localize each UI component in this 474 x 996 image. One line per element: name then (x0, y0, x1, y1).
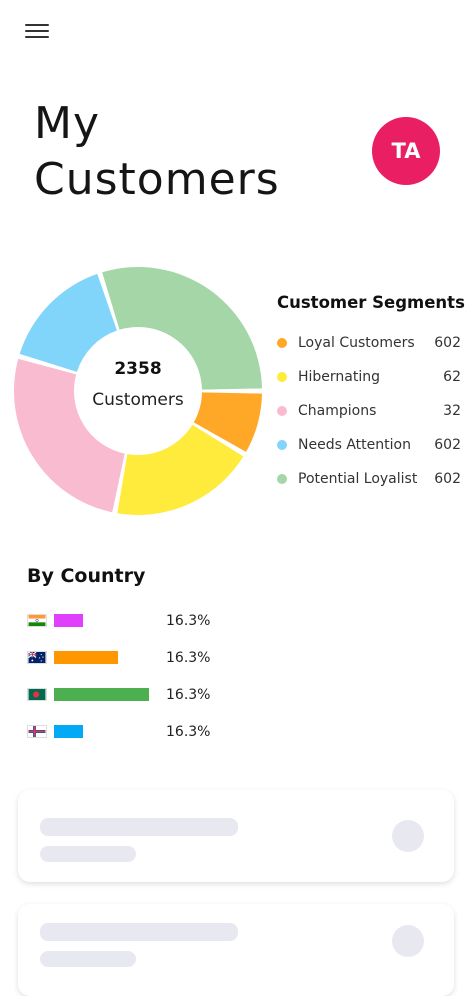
country-percent: 16.3% (166, 724, 211, 740)
legend-label: Hibernating (298, 369, 381, 385)
country-percent: 16.3% (166, 613, 211, 629)
legend-dot (277, 440, 287, 450)
segments-title: Customer Segments (277, 293, 465, 312)
country-row[interactable]: 16.3% (27, 611, 287, 631)
legend-label: Potential Loyalist (298, 471, 418, 487)
legend-count: 602 (434, 437, 461, 453)
legend-item[interactable]: Champions 32 (277, 399, 461, 433)
legend-dot (277, 372, 287, 382)
country-bar (54, 725, 84, 738)
legend-count: 602 (434, 471, 461, 487)
hamburger-menu-icon[interactable] (25, 22, 49, 40)
country-bar (54, 688, 149, 701)
legend-dot (277, 406, 287, 416)
skeleton-avatar (392, 820, 424, 852)
legend-item[interactable]: Loyal Customers 602 (277, 331, 461, 365)
legend-item[interactable]: Hibernating 62 (277, 365, 461, 399)
country-row[interactable]: 16.3% (27, 648, 287, 668)
india-flag-icon (27, 614, 47, 627)
avatar-initials: TA (391, 139, 421, 163)
legend-dot (277, 338, 287, 348)
legend-label: Needs Attention (298, 437, 411, 453)
skeleton-line (40, 818, 238, 836)
legend-count: 602 (434, 335, 461, 351)
page-title-line-1: My (34, 98, 101, 149)
skeleton-line (40, 951, 136, 967)
legend-item[interactable]: Needs Attention 602 (277, 433, 461, 467)
customer-card-placeholder[interactable] (18, 904, 454, 996)
country-section-title: By Country (27, 565, 146, 587)
skeleton-avatar (392, 925, 424, 957)
legend-item[interactable]: Potential Loyalist 602 (277, 467, 461, 501)
legend-label: Champions (298, 403, 377, 419)
country-row[interactable]: 16.3% (27, 722, 287, 742)
legend-count: 32 (443, 403, 461, 419)
page-title-line-2: Customers (34, 154, 280, 205)
segments-legend: Loyal Customers 602 Hibernating 62 Champio… (277, 331, 461, 501)
donut-caption: Customers (92, 390, 184, 410)
country-row[interactable]: 16.3% (27, 685, 287, 705)
faroe-islands-flag-icon (27, 725, 47, 738)
bangladesh-flag-icon (27, 688, 47, 701)
donut-center: 2358 Customers (63, 358, 213, 411)
avatar[interactable]: TA (372, 117, 440, 185)
page-title: My Customers (34, 96, 280, 208)
donut-total: 2358 (114, 359, 162, 379)
country-percent: 16.3% (166, 650, 211, 666)
customer-card-placeholder[interactable] (18, 790, 454, 882)
country-bar (54, 614, 84, 627)
country-percent: 16.3% (166, 687, 211, 703)
australia-flag-icon (27, 651, 47, 664)
legend-label: Loyal Customers (298, 335, 415, 351)
legend-count: 62 (443, 369, 461, 385)
skeleton-line (40, 846, 136, 862)
skeleton-line (40, 923, 238, 941)
country-bar (54, 651, 118, 664)
legend-dot (277, 474, 287, 484)
